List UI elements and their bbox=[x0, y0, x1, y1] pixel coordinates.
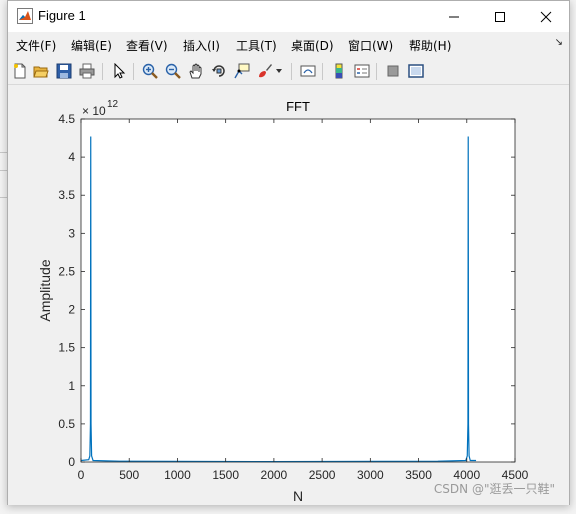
x-tick-label: 0 bbox=[78, 468, 85, 482]
y-tick-label: 3 bbox=[68, 226, 75, 240]
show-plot-tools-button[interactable] bbox=[407, 62, 425, 80]
menu-help[interactable]: 帮助(H) bbox=[409, 37, 451, 54]
maximize-button[interactable] bbox=[477, 1, 523, 32]
pointer-button[interactable] bbox=[110, 62, 128, 80]
link-plot-icon bbox=[300, 65, 316, 77]
toolbar-separator bbox=[133, 63, 134, 80]
close-button[interactable] bbox=[523, 1, 569, 32]
toolbar bbox=[8, 58, 569, 85]
x-tick-label: 500 bbox=[119, 468, 139, 482]
y-tick-label: 2.5 bbox=[58, 264, 75, 278]
y-tick-label: 0.5 bbox=[58, 417, 75, 431]
maximize-icon bbox=[495, 11, 505, 22]
menu-tools[interactable]: 工具(T) bbox=[236, 37, 277, 54]
figure-window: Figure 1 文件(F) 编辑(E) 查看(V) 插入(I) 工具(T) 桌… bbox=[7, 0, 570, 505]
open-file-button[interactable] bbox=[32, 62, 50, 80]
menu-desktop[interactable]: 桌面(D) bbox=[291, 37, 334, 54]
legend-button[interactable] bbox=[353, 62, 371, 80]
menu-file[interactable]: 文件(F) bbox=[16, 37, 56, 54]
menu-insert[interactable]: 插入(I) bbox=[183, 37, 220, 54]
print-icon bbox=[79, 63, 95, 79]
menu-bar: 文件(F) 编辑(E) 查看(V) 插入(I) 工具(T) 桌面(D) 窗口(W… bbox=[8, 33, 569, 57]
rotate-3d-button[interactable] bbox=[210, 62, 228, 80]
y-tick-label: 4 bbox=[68, 150, 75, 164]
axes-background[interactable] bbox=[81, 119, 515, 462]
minimize-button[interactable] bbox=[431, 1, 477, 32]
y-tick-label: 0 bbox=[68, 455, 75, 469]
y-tick-label: 1 bbox=[68, 379, 75, 393]
toolbar-separator bbox=[376, 63, 377, 80]
y-tick-label: 3.5 bbox=[58, 188, 75, 202]
y-tick-label: 1.5 bbox=[58, 341, 75, 355]
save-button[interactable] bbox=[55, 62, 73, 80]
rotate-3d-icon bbox=[212, 65, 225, 77]
watermark: CSDN @"逛丢一只鞋" bbox=[433, 482, 555, 496]
hide-plot-tools-icon bbox=[387, 65, 399, 77]
colorbar-button[interactable] bbox=[330, 62, 348, 80]
fft-chart[interactable]: 0 500 1000 1500 2000 2500 3000 3500 4000 450000.5… bbox=[8, 85, 569, 505]
data-cursor-icon bbox=[234, 63, 250, 79]
hide-plot-tools-button[interactable] bbox=[384, 62, 402, 80]
x-tick-label: 3000 bbox=[357, 468, 384, 482]
minimize-icon bbox=[449, 16, 459, 17]
menu-window[interactable]: 窗口(W) bbox=[348, 37, 393, 54]
menu-edit[interactable]: 编辑(E) bbox=[71, 37, 112, 54]
zoom-in-button[interactable] bbox=[141, 62, 159, 80]
y-axis-label: Amplitude bbox=[37, 259, 53, 321]
chart-title: FFT bbox=[286, 99, 310, 114]
x-tick-label: 3500 bbox=[405, 468, 432, 482]
data-cursor-button[interactable] bbox=[233, 62, 251, 80]
toolbar-separator bbox=[102, 63, 103, 80]
show-plot-tools-icon bbox=[408, 64, 424, 78]
pointer-icon bbox=[114, 63, 126, 79]
chevron-down-icon bbox=[276, 69, 282, 73]
x-tick-label: 1500 bbox=[212, 468, 239, 482]
y-exponent-power: 12 bbox=[107, 99, 119, 110]
y-tick-label: 4.5 bbox=[58, 112, 75, 126]
new-figure-button[interactable] bbox=[11, 62, 29, 80]
brush-button[interactable] bbox=[256, 62, 274, 80]
title-bar[interactable]: Figure 1 bbox=[8, 1, 569, 32]
brush-icon bbox=[259, 64, 272, 78]
x-tick-label: 2000 bbox=[261, 468, 288, 482]
link-plot-button[interactable] bbox=[299, 62, 317, 80]
y-exponent-base: × 10 bbox=[82, 104, 106, 118]
save-icon bbox=[56, 63, 72, 79]
figure-canvas[interactable]: 0 500 1000 1500 2000 2500 3000 3500 4000 4500 0 0.5… bbox=[8, 85, 569, 505]
zoom-in-icon bbox=[142, 63, 158, 79]
toolbar-separator bbox=[322, 63, 323, 80]
close-icon bbox=[540, 11, 552, 22]
pan-hand-icon bbox=[189, 63, 202, 79]
window-title: Figure 1 bbox=[38, 8, 86, 23]
menu-view[interactable]: 查看(V) bbox=[126, 37, 168, 54]
brush-dropdown[interactable] bbox=[274, 62, 284, 80]
dock-arrow-icon[interactable]: ↘ bbox=[555, 37, 563, 48]
open-file-icon bbox=[33, 66, 49, 78]
print-button[interactable] bbox=[78, 62, 96, 80]
toolbar-separator bbox=[291, 63, 292, 80]
legend-icon bbox=[354, 64, 370, 78]
x-tick-label: 2500 bbox=[309, 468, 336, 482]
new-figure-icon bbox=[14, 63, 26, 79]
matlab-icon bbox=[17, 8, 33, 24]
x-tick-label: 1000 bbox=[164, 468, 191, 482]
pan-button[interactable] bbox=[187, 62, 205, 80]
colorbar-icon bbox=[335, 63, 343, 79]
x-axis-label: N bbox=[293, 488, 303, 504]
y-tick-label: 2 bbox=[68, 303, 75, 317]
zoom-out-icon bbox=[165, 63, 181, 79]
zoom-out-button[interactable] bbox=[164, 62, 182, 80]
